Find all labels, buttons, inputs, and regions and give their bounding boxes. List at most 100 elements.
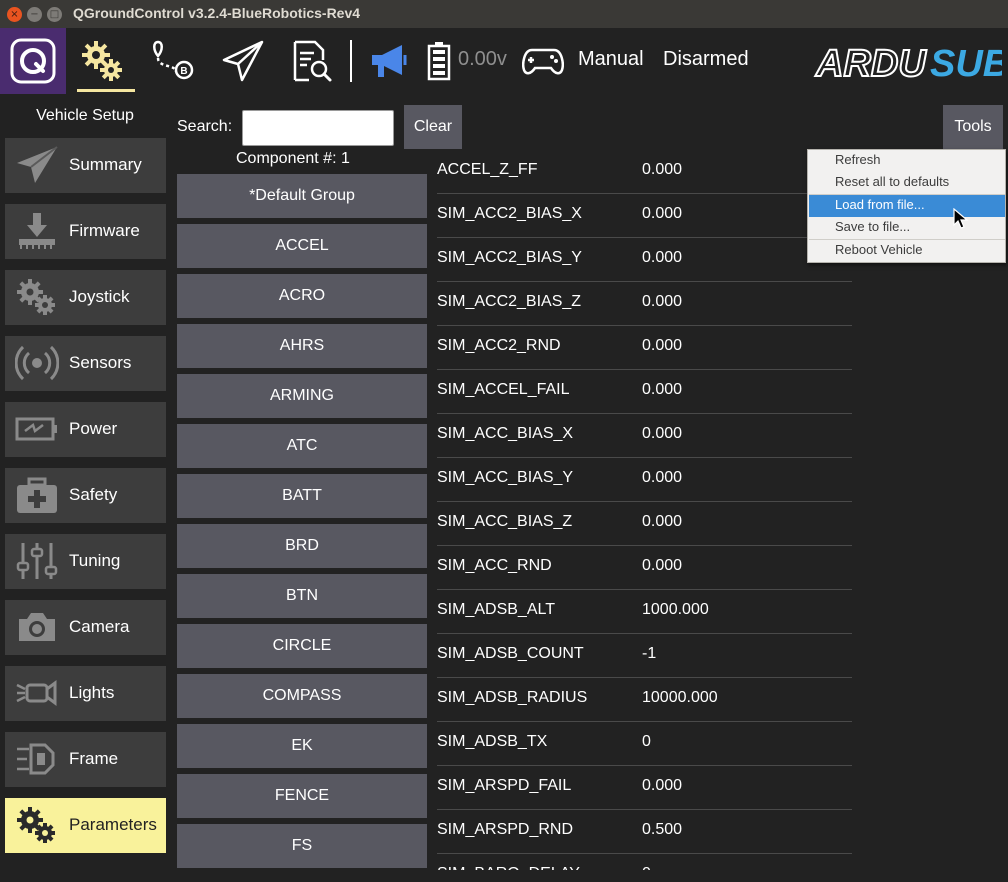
parameter-row[interactable]: SIM_BARO_DELAY 0 bbox=[437, 854, 852, 870]
parameter-name: SIM_ADSB_ALT bbox=[437, 601, 555, 618]
sidebar-item-label: Summary bbox=[69, 155, 142, 174]
parameter-name: SIM_ADSB_COUNT bbox=[437, 645, 584, 662]
parameter-value: 0.000 bbox=[642, 337, 683, 354]
parameter-row[interactable]: SIM_ADSB_RADIUS 10000.000 bbox=[437, 678, 852, 722]
battery-indicator[interactable] bbox=[424, 28, 454, 94]
sidebar-item-power[interactable]: Power bbox=[5, 402, 166, 457]
menu-item-save-to-file[interactable]: Save to file... bbox=[809, 217, 1005, 239]
plan-view-button[interactable]: B bbox=[147, 28, 199, 94]
parameter-row[interactable]: SIM_ACC2_BIAS_X 0.000 bbox=[437, 194, 852, 238]
clear-button[interactable]: Clear bbox=[404, 105, 462, 149]
joystick-indicator[interactable] bbox=[520, 28, 566, 94]
sidebar-item-summary[interactable]: Summary bbox=[5, 138, 166, 193]
parameter-name: SIM_ARSPD_RND bbox=[437, 821, 574, 838]
qgc-logo-button[interactable] bbox=[0, 28, 66, 94]
parameter-row[interactable]: SIM_ACC_BIAS_Z 0.000 bbox=[437, 502, 852, 546]
sidebar-item-joystick[interactable]: Joystick bbox=[5, 270, 166, 325]
svg-text:SUB: SUB bbox=[930, 43, 1002, 84]
group-button[interactable]: ACCEL bbox=[177, 224, 427, 268]
group-button[interactable]: AHRS bbox=[177, 324, 427, 368]
parameter-row[interactable]: SIM_ACC_RND 0.000 bbox=[437, 546, 852, 590]
component-label: Component #: 1 bbox=[236, 150, 350, 167]
sidebar-item-lights[interactable]: Lights bbox=[5, 666, 166, 721]
parameter-list[interactable]: ACCEL_Z_FF 0.000 SIM_ACC2_BIAS_X 0.000 SIM_A… bbox=[437, 150, 852, 870]
menu-item-reset-defaults[interactable]: Reset all to defaults bbox=[809, 172, 1005, 194]
parameter-name: SIM_ACC_BIAS_Y bbox=[437, 469, 574, 486]
paper-plane-icon bbox=[13, 144, 61, 186]
parameter-name: SIM_ACC_BIAS_Z bbox=[437, 513, 573, 530]
gears-icon bbox=[13, 804, 61, 846]
sidebar-item-label: Sensors bbox=[69, 353, 132, 372]
maximize-icon: □ bbox=[49, 8, 60, 20]
group-button[interactable]: BRD bbox=[177, 524, 427, 568]
group-button[interactable]: COMPASS bbox=[177, 674, 427, 718]
parameter-row[interactable]: SIM_ACCEL_FAIL 0.000 bbox=[437, 370, 852, 414]
group-button[interactable]: FS bbox=[177, 824, 427, 868]
fly-view-button[interactable] bbox=[217, 28, 269, 94]
sidebar-item-camera[interactable]: Camera bbox=[5, 600, 166, 655]
parameter-name: SIM_ADSB_TX bbox=[437, 733, 548, 750]
parameter-row[interactable]: SIM_ACC2_BIAS_Y 0.000 bbox=[437, 238, 852, 282]
parameter-row[interactable]: SIM_ACC2_BIAS_Z 0.000 bbox=[437, 282, 852, 326]
parameter-value: -1 bbox=[642, 645, 657, 662]
plan-route-icon: B bbox=[153, 40, 194, 80]
gears-icon bbox=[13, 276, 61, 318]
qgc-logo-icon bbox=[10, 38, 56, 84]
parameter-value: 0 bbox=[642, 865, 651, 870]
menu-item-reboot-vehicle[interactable]: Reboot Vehicle bbox=[809, 240, 1005, 262]
sidebar-item-safety[interactable]: Safety bbox=[5, 468, 166, 523]
flight-mode[interactable]: Manual bbox=[578, 48, 644, 71]
menu-item-load-from-file[interactable]: Load from file... bbox=[809, 195, 1005, 217]
sidebar-item-firmware[interactable]: Firmware bbox=[5, 204, 166, 259]
sidebar-item-frame[interactable]: Frame bbox=[5, 732, 166, 787]
window-title: QGroundControl v3.2.4-BlueRobotics-Rev4 bbox=[73, 5, 361, 21]
menu-item-refresh[interactable]: Refresh bbox=[809, 150, 1005, 172]
parameter-value: 0.000 bbox=[642, 469, 683, 486]
sidebar-item-tuning[interactable]: Tuning bbox=[5, 534, 166, 589]
sidebar-item-label: Power bbox=[69, 419, 118, 438]
group-button[interactable]: *Default Group bbox=[177, 174, 427, 218]
parameter-name: SIM_BARO_DELAY bbox=[437, 865, 580, 870]
parameter-row[interactable]: SIM_ACC_BIAS_Y 0.000 bbox=[437, 458, 852, 502]
group-button[interactable]: BATT bbox=[177, 474, 427, 518]
light-icon bbox=[13, 672, 61, 714]
radio-waves-icon bbox=[13, 342, 61, 384]
parameter-row[interactable]: SIM_ADSB_COUNT -1 bbox=[437, 634, 852, 678]
group-button[interactable]: ARMING bbox=[177, 374, 427, 418]
active-tab-underline bbox=[77, 89, 135, 92]
window-minimize-button[interactable]: − bbox=[27, 7, 42, 22]
svg-text:B: B bbox=[180, 66, 187, 77]
toolbar-divider bbox=[350, 40, 352, 82]
window-titlebar[interactable]: × − □ QGroundControl v3.2.4-BlueRobotics… bbox=[0, 0, 1008, 28]
arm-status[interactable]: Disarmed bbox=[663, 48, 749, 71]
parameter-row[interactable]: SIM_ACC_BIAS_X 0.000 bbox=[437, 414, 852, 458]
analyze-view-button[interactable] bbox=[286, 28, 338, 94]
parameter-value: 0.000 bbox=[642, 293, 683, 310]
group-button[interactable]: ATC bbox=[177, 424, 427, 468]
tools-button[interactable]: Tools bbox=[943, 105, 1003, 149]
parameter-value: 0.000 bbox=[642, 425, 683, 442]
group-button[interactable]: BTN bbox=[177, 574, 427, 618]
sidebar-title: Vehicle Setup bbox=[36, 107, 134, 124]
parameter-value: 0.000 bbox=[642, 205, 683, 222]
sidebar-item-parameters[interactable]: Parameters bbox=[5, 798, 166, 853]
window-close-button[interactable]: × bbox=[7, 7, 22, 22]
parameter-row[interactable]: SIM_ARSPD_FAIL 0.000 bbox=[437, 766, 852, 810]
group-button[interactable]: CIRCLE bbox=[177, 624, 427, 668]
parameter-row[interactable]: SIM_ACC2_RND 0.000 bbox=[437, 326, 852, 370]
search-input[interactable] bbox=[242, 110, 394, 146]
window-maximize-button[interactable]: □ bbox=[47, 7, 62, 22]
group-button[interactable]: EK bbox=[177, 724, 427, 768]
analyze-document-icon bbox=[293, 40, 332, 82]
parameter-row[interactable]: SIM_ARSPD_RND 0.500 bbox=[437, 810, 852, 854]
group-button[interactable]: FENCE bbox=[177, 774, 427, 818]
gear-icon bbox=[82, 41, 122, 81]
parameter-row[interactable]: SIM_ADSB_TX 0 bbox=[437, 722, 852, 766]
messages-indicator[interactable] bbox=[366, 28, 412, 94]
parameter-row[interactable]: ACCEL_Z_FF 0.000 bbox=[437, 150, 852, 194]
parameter-row[interactable]: SIM_ADSB_ALT 1000.000 bbox=[437, 590, 852, 634]
sidebar-item-label: Camera bbox=[69, 617, 130, 636]
sidebar-item-sensors[interactable]: Sensors bbox=[5, 336, 166, 391]
group-button[interactable]: ACRO bbox=[177, 274, 427, 318]
vehicle-setup-button[interactable] bbox=[69, 28, 135, 94]
